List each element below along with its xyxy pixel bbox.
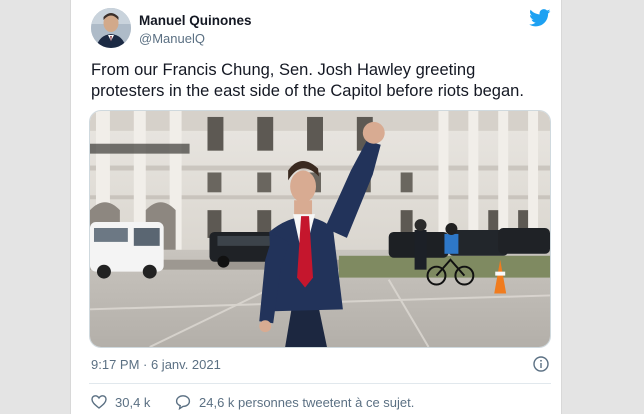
speech-bubble-icon bbox=[175, 395, 191, 410]
info-icon[interactable] bbox=[533, 356, 549, 372]
tweet-card: Manuel Quinones @ManuelQ From our Franci… bbox=[70, 0, 562, 414]
twitter-bird-icon[interactable] bbox=[529, 9, 551, 27]
avatar[interactable] bbox=[91, 8, 131, 48]
author-name[interactable]: Manuel Quinones bbox=[139, 13, 252, 28]
tweet-timestamp[interactable]: 9:17 PM · 6 janv. 2021 bbox=[91, 357, 221, 372]
heart-icon bbox=[91, 395, 107, 409]
author-handle[interactable]: @ManuelQ bbox=[139, 31, 205, 46]
conversation-count: 24,6 k personnes tweetent à ce sujet. bbox=[199, 394, 415, 410]
divider bbox=[89, 383, 551, 384]
tweet-photo[interactable] bbox=[89, 110, 551, 348]
like-count: 30,4 k bbox=[115, 394, 151, 410]
conversation-button[interactable]: 24,6 k personnes tweetent à ce sujet. bbox=[175, 394, 414, 410]
tweet-text: From our Francis Chung, Sen. Josh Hawley… bbox=[91, 61, 524, 100]
like-button[interactable]: 30,4 k bbox=[91, 394, 150, 410]
